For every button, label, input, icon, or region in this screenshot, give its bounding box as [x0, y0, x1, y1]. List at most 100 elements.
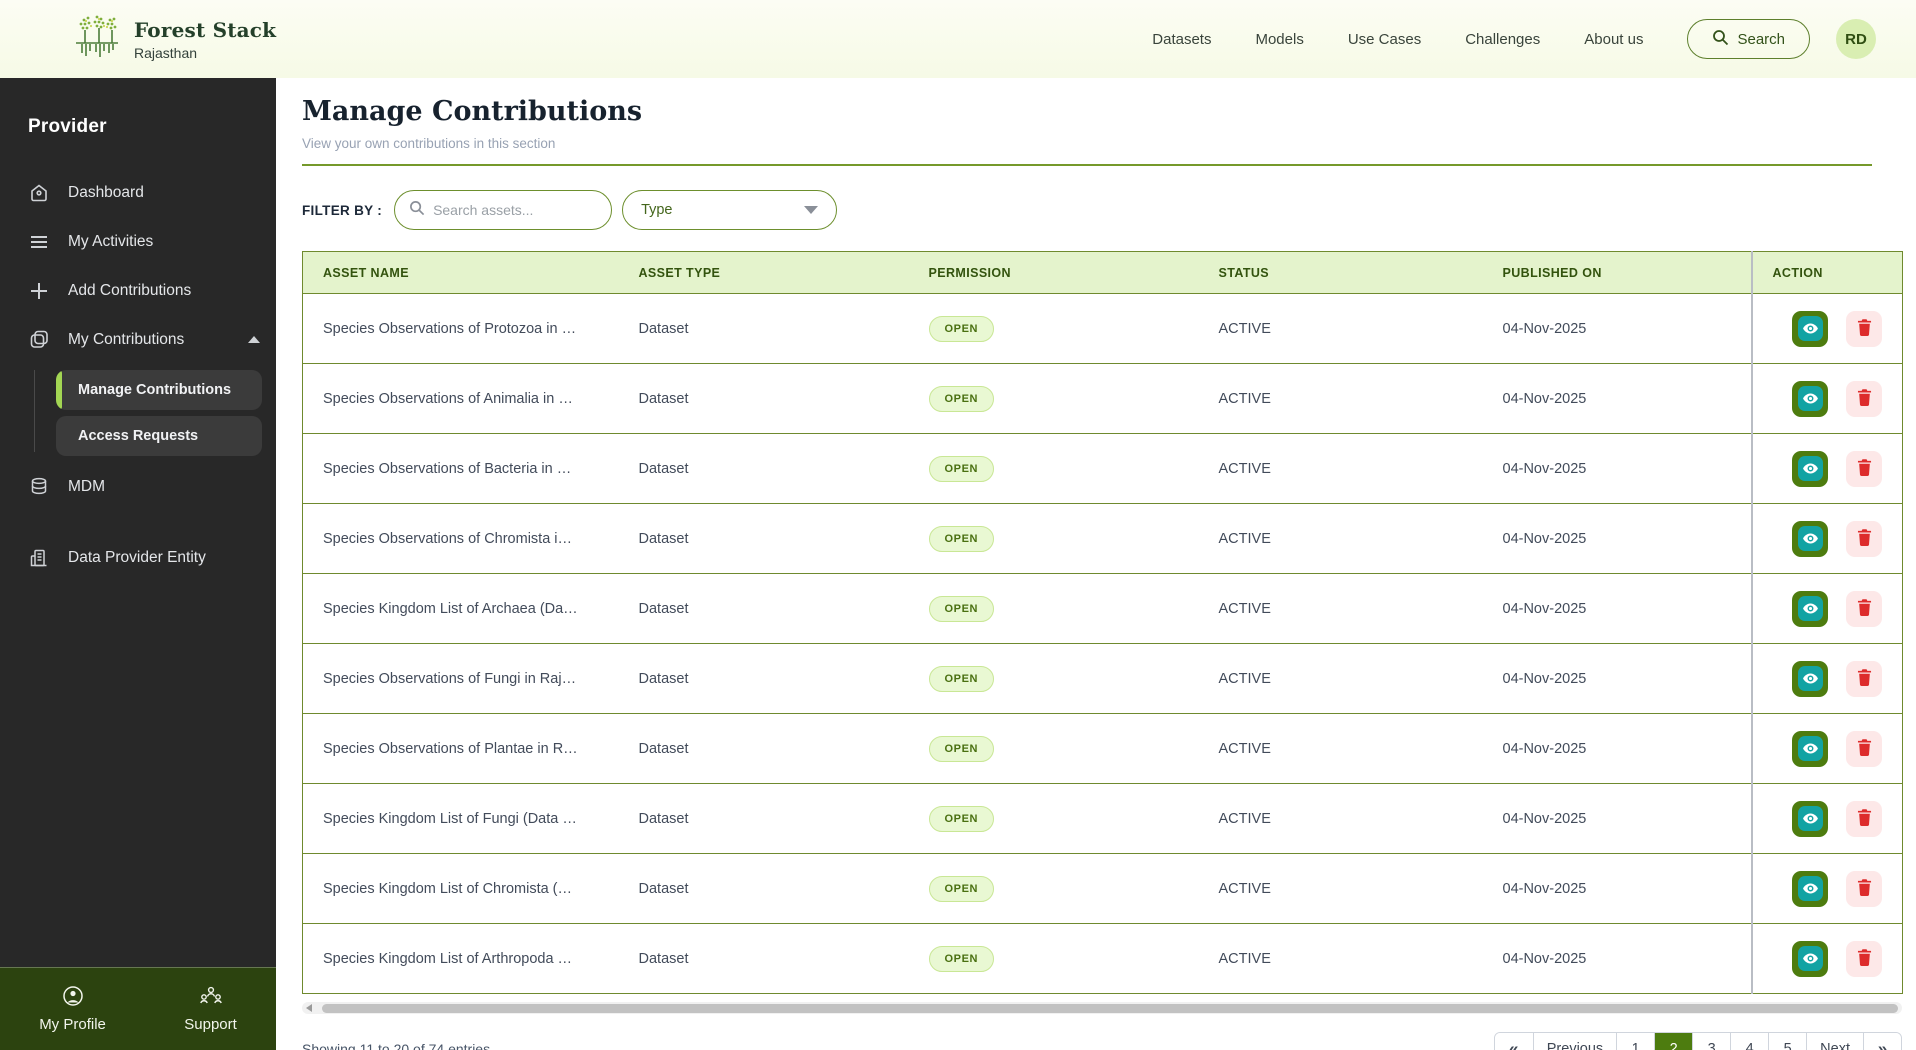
eye-icon	[1797, 946, 1823, 971]
view-button[interactable]	[1792, 310, 1829, 347]
col-asset-type: ASSET TYPE	[618, 251, 909, 294]
top-header: Forest Stack Rajasthan Datasets Models U…	[0, 0, 1916, 78]
nav-use-cases[interactable]: Use Cases	[1348, 31, 1421, 48]
brand[interactable]: Forest Stack Rajasthan	[74, 13, 276, 66]
stack-icon	[28, 329, 50, 351]
page-subtitle: View your own contributions in this sect…	[302, 136, 556, 151]
published-on-cell: 04-Nov-2025	[1482, 713, 1752, 784]
open-badge: OPEN	[928, 315, 995, 342]
open-badge: OPEN	[928, 735, 995, 762]
delete-button[interactable]	[1846, 310, 1883, 347]
page-button-2-active[interactable]: 2	[1654, 1033, 1693, 1050]
table-header-row: ASSET NAME ASSET TYPE PERMISSION STATUS …	[302, 251, 1903, 294]
nav-challenges[interactable]: Challenges	[1465, 31, 1540, 48]
search-button[interactable]: Search	[1687, 19, 1810, 59]
asset-search-field[interactable]	[394, 190, 613, 230]
next-page-button[interactable]: Next	[1806, 1033, 1863, 1050]
table-row: Species Observations of Bacteria in … Da…	[302, 433, 1903, 504]
sidebar-item-access-requests[interactable]: Access Requests	[56, 416, 262, 456]
sidebar-item-my-contributions[interactable]: My Contributions	[0, 315, 276, 364]
delete-button[interactable]	[1846, 870, 1883, 907]
nav-about-us[interactable]: About us	[1584, 31, 1643, 48]
sidebar-item-label: My Activities	[68, 232, 154, 250]
col-permission: PERMISSION	[908, 251, 1199, 294]
col-asset-name: ASSET NAME	[302, 251, 619, 294]
chevron-up-icon	[248, 336, 261, 343]
published-on-cell: 04-Nov-2025	[1482, 853, 1752, 924]
open-badge: OPEN	[928, 385, 995, 412]
delete-button[interactable]	[1846, 660, 1883, 697]
my-profile-button[interactable]: My Profile	[39, 985, 106, 1033]
view-button[interactable]	[1792, 590, 1829, 627]
section-divider	[302, 164, 1872, 166]
action-cell	[1750, 783, 1903, 854]
database-icon	[28, 476, 50, 498]
delete-button[interactable]	[1846, 590, 1883, 627]
sidebar-role-label: Provider	[28, 116, 107, 137]
col-published-on: PUBLISHED ON	[1482, 251, 1752, 294]
previous-page-button[interactable]: Previous	[1532, 1033, 1617, 1050]
view-button[interactable]	[1792, 380, 1829, 417]
trash-icon	[1856, 528, 1873, 549]
trash-icon	[1856, 318, 1873, 339]
first-page-button[interactable]: «	[1494, 1033, 1533, 1050]
permission-cell: OPEN	[908, 573, 1199, 644]
sidebar-item-data-provider-entity[interactable]: Data Provider Entity	[0, 533, 276, 582]
avatar[interactable]: RD	[1836, 19, 1876, 59]
view-button[interactable]	[1792, 520, 1829, 557]
scroll-left-arrow-icon[interactable]	[306, 1004, 312, 1012]
asset-name-cell: Species Kingdom List of Arthropoda …	[302, 923, 619, 994]
sidebar-item-mdm[interactable]: MDM	[0, 462, 276, 511]
scrollbar-thumb[interactable]	[322, 1003, 1898, 1013]
asset-name-cell: Species Kingdom List of Chromista (…	[302, 853, 619, 924]
asset-name-cell: Species Kingdom List of Archaea (Da…	[302, 573, 619, 644]
status-cell: ACTIVE	[1198, 713, 1483, 784]
delete-button[interactable]	[1846, 380, 1883, 417]
view-button[interactable]	[1792, 730, 1829, 767]
permission-cell: OPEN	[908, 713, 1199, 784]
action-cell	[1750, 573, 1903, 644]
sidebar-item-manage-contributions[interactable]: Manage Contributions	[56, 370, 262, 410]
table-row: Species Kingdom List of Chromista (… Dat…	[302, 853, 1903, 924]
search-assets-input[interactable]	[433, 202, 584, 218]
main-content: Manage Contributions View your own contr…	[276, 78, 1916, 1050]
table-row: Species Kingdom List of Arthropoda … Dat…	[302, 923, 1903, 994]
eye-icon	[1797, 876, 1823, 901]
nav-datasets[interactable]: Datasets	[1152, 31, 1211, 48]
view-button[interactable]	[1792, 660, 1829, 697]
horizontal-scrollbar[interactable]	[302, 1002, 1902, 1014]
sidebar-subitems: Manage Contributions Access Requests	[0, 370, 276, 456]
view-button[interactable]	[1792, 940, 1829, 977]
view-button[interactable]	[1792, 450, 1829, 487]
sidebar-item-dashboard[interactable]: Dashboard	[0, 168, 276, 217]
sidebar-item-my-activities[interactable]: My Activities	[0, 217, 276, 266]
action-cell	[1750, 503, 1903, 574]
eye-icon	[1797, 806, 1823, 831]
last-page-button[interactable]: »	[1863, 1033, 1901, 1050]
type-dropdown[interactable]: Type	[622, 190, 838, 230]
view-button[interactable]	[1792, 800, 1829, 837]
page-button-1[interactable]: 1	[1616, 1033, 1655, 1050]
home-icon	[28, 182, 50, 204]
delete-button[interactable]	[1846, 450, 1883, 487]
my-profile-label: My Profile	[39, 1016, 106, 1033]
asset-type-cell: Dataset	[618, 923, 909, 994]
indent-guide-line	[34, 370, 35, 452]
page-button-5[interactable]: 5	[1768, 1033, 1807, 1050]
search-icon	[1712, 29, 1729, 50]
nav-models[interactable]: Models	[1255, 31, 1303, 48]
asset-name-cell: Species Observations of Protozoa in …	[302, 293, 619, 364]
page-button-4[interactable]: 4	[1730, 1033, 1769, 1050]
delete-button[interactable]	[1846, 520, 1883, 557]
support-label: Support	[184, 1016, 237, 1033]
action-cell	[1750, 293, 1903, 364]
trash-icon	[1856, 878, 1873, 899]
view-button[interactable]	[1792, 870, 1829, 907]
delete-button[interactable]	[1846, 800, 1883, 837]
delete-button[interactable]	[1846, 730, 1883, 767]
sidebar-item-add-contributions[interactable]: Add Contributions	[0, 266, 276, 315]
support-button[interactable]: Support	[184, 985, 237, 1033]
asset-type-cell: Dataset	[618, 853, 909, 924]
delete-button[interactable]	[1846, 940, 1883, 977]
page-button-3[interactable]: 3	[1692, 1033, 1731, 1050]
